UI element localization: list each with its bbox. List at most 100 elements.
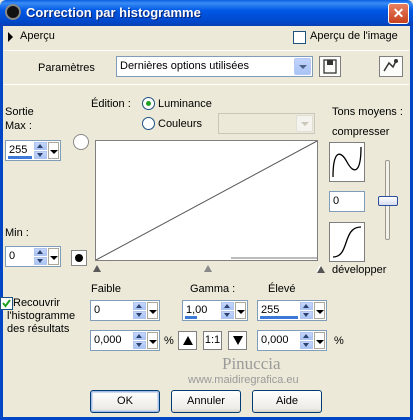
colors-label[interactable]: Couleurs bbox=[158, 118, 202, 130]
histogram-curve bbox=[95, 140, 318, 261]
value-indicator bbox=[185, 316, 197, 319]
luminance-label[interactable]: Luminance bbox=[158, 98, 212, 110]
arrow-up-icon bbox=[182, 336, 193, 345]
menu-button[interactable] bbox=[314, 302, 325, 319]
chevron-down-icon bbox=[296, 115, 313, 132]
low-input-field[interactable]: 0 bbox=[90, 300, 160, 321]
black-point-frame[interactable] bbox=[71, 250, 87, 266]
reset-icon bbox=[383, 59, 398, 72]
low-input-value: 0 bbox=[94, 304, 101, 316]
menu-button[interactable] bbox=[314, 332, 325, 349]
recover-line-2: l'histogramme bbox=[7, 310, 76, 322]
help-button[interactable]: Aide bbox=[252, 390, 322, 413]
recover-label[interactable]: Recouvrir l'histogramme des résultats bbox=[7, 297, 75, 336]
expand-triangle-icon bbox=[317, 266, 325, 273]
edition-label: Édition : bbox=[91, 98, 131, 110]
expand-curve-icon bbox=[332, 226, 362, 258]
gamma-up-button[interactable] bbox=[178, 331, 197, 350]
increment-button[interactable] bbox=[34, 142, 47, 150]
divider bbox=[4, 50, 409, 51]
expand-curve-button[interactable] bbox=[329, 222, 365, 262]
gamma-label: Gamma : bbox=[190, 283, 236, 295]
high-label: Élevé bbox=[268, 283, 296, 295]
midtones-slider-thumb[interactable] bbox=[378, 196, 398, 206]
colors-radio[interactable] bbox=[142, 117, 155, 130]
compress-curve-icon bbox=[332, 146, 362, 178]
decrement-button[interactable] bbox=[133, 311, 146, 319]
divider bbox=[4, 84, 409, 85]
menu-button[interactable] bbox=[147, 302, 158, 319]
preset-selected: Dernières options utilisées bbox=[120, 60, 250, 72]
save-preset-button[interactable] bbox=[319, 56, 341, 77]
chevron-down-icon bbox=[294, 58, 311, 75]
gamma-slider[interactable] bbox=[204, 265, 212, 272]
input-min-slider[interactable] bbox=[93, 265, 101, 272]
decrement-button[interactable] bbox=[133, 341, 146, 349]
high-input-value: 255 bbox=[261, 304, 280, 316]
value-indicator bbox=[8, 156, 32, 159]
increment-button[interactable] bbox=[133, 302, 146, 310]
increment-button[interactable] bbox=[133, 332, 146, 340]
preview-label[interactable]: Aperçu bbox=[20, 30, 55, 42]
high-percent-value: 0,000 bbox=[261, 334, 289, 346]
reset-button[interactable] bbox=[379, 56, 403, 77]
compress-curve-button[interactable] bbox=[329, 142, 365, 182]
params-label: Paramètres bbox=[38, 62, 95, 74]
preset-select[interactable]: Dernières options utilisées bbox=[116, 56, 313, 77]
increment-button[interactable] bbox=[221, 302, 234, 310]
ratio-button[interactable]: 1:1 bbox=[203, 331, 222, 350]
decrement-button[interactable] bbox=[34, 257, 47, 265]
output-max-field[interactable]: 255 bbox=[5, 140, 61, 161]
menu-button[interactable] bbox=[147, 332, 158, 349]
output-max-value: 255 bbox=[9, 144, 28, 156]
menu-button[interactable] bbox=[48, 142, 59, 159]
low-percent-field[interactable]: 0,000 bbox=[90, 330, 160, 351]
high-input-field[interactable]: 255 bbox=[257, 300, 327, 321]
recover-line-3: des résultats bbox=[7, 323, 70, 335]
decrement-button[interactable] bbox=[34, 151, 47, 159]
expand-label: développer bbox=[332, 264, 387, 276]
increment-button[interactable] bbox=[34, 248, 47, 256]
ok-button[interactable]: OK bbox=[90, 390, 160, 413]
expand-arrow-icon[interactable] bbox=[8, 32, 13, 42]
menu-button[interactable] bbox=[48, 248, 59, 265]
increment-button[interactable] bbox=[300, 302, 313, 310]
arrow-down-icon bbox=[232, 336, 243, 345]
channel-select bbox=[218, 113, 315, 134]
percent-label: % bbox=[164, 335, 174, 347]
decrement-button[interactable] bbox=[300, 341, 313, 349]
gamma-down-button[interactable] bbox=[228, 331, 247, 350]
histogram-graph[interactable] bbox=[95, 140, 318, 261]
decrement-button[interactable] bbox=[300, 311, 313, 319]
watermark-name: Pinuccia bbox=[222, 354, 281, 373]
high-percent-field[interactable]: 0,000 bbox=[257, 330, 327, 351]
midtones-label: Tons moyens : bbox=[332, 106, 403, 118]
close-button[interactable]: ✕ bbox=[388, 3, 409, 24]
gamma-value: 1,00 bbox=[186, 304, 208, 316]
radio-dot bbox=[146, 101, 151, 106]
image-preview-label[interactable]: Aperçu de l'image bbox=[310, 30, 398, 42]
midtones-field[interactable]: 0 bbox=[329, 191, 365, 212]
increment-button[interactable] bbox=[300, 332, 313, 340]
gamma-field[interactable]: 1,00 bbox=[182, 300, 248, 321]
low-label: Faible bbox=[91, 283, 121, 295]
cancel-button[interactable]: Annuler bbox=[171, 390, 241, 413]
midtones-value: 0 bbox=[333, 195, 340, 207]
image-preview-checkbox[interactable] bbox=[293, 31, 306, 44]
output-min-field[interactable]: 0 bbox=[5, 246, 61, 267]
min-label: Min : bbox=[5, 227, 29, 239]
close-icon: ✕ bbox=[392, 5, 405, 21]
low-percent-value: 0,000 bbox=[94, 334, 122, 346]
recover-line-1: Recouvrir bbox=[13, 297, 61, 309]
output-label: Sortie bbox=[5, 106, 34, 118]
max-label: Max : bbox=[5, 120, 32, 132]
recover-checkbox[interactable] bbox=[0, 297, 13, 310]
decrement-button[interactable] bbox=[221, 311, 234, 319]
luminance-radio[interactable] bbox=[142, 97, 155, 110]
checkmark-icon bbox=[2, 299, 11, 308]
white-point-icon[interactable] bbox=[73, 134, 89, 150]
value-indicator bbox=[260, 316, 298, 319]
menu-button[interactable] bbox=[235, 302, 246, 319]
app-icon bbox=[5, 4, 21, 20]
compress-label: compresser bbox=[332, 126, 390, 138]
